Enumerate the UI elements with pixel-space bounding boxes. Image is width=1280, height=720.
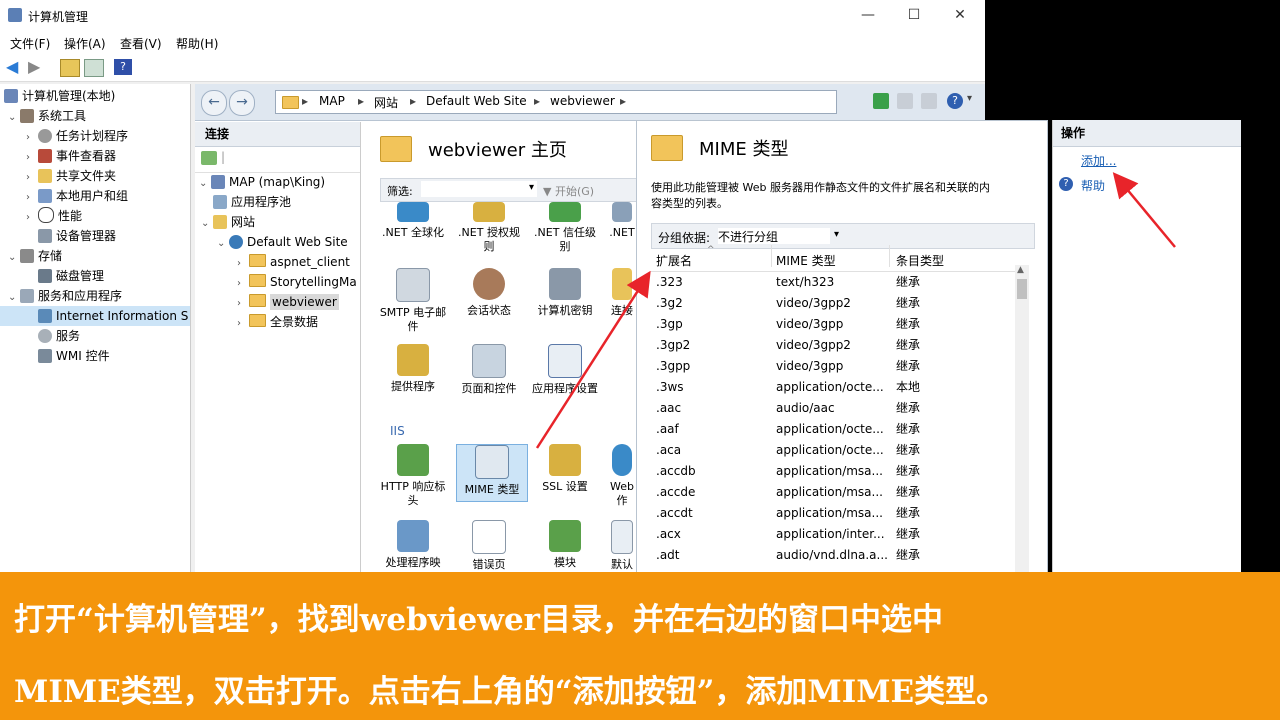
caption-line-1: 打开“计算机管理”，找到webviewer目录，并在右边的窗口中选中 [14,602,943,638]
arrow-to-mime-panel [535,270,651,449]
caption-line-2: MIME类型，双击打开。点击右上角的“添加按钮”，添加MIME类型。 [14,674,1008,710]
instruction-caption: 打开“计算机管理”，找到webviewer目录，并在右边的窗口中选中 MIME类… [0,572,1280,720]
arrow-to-add-link [1112,172,1176,248]
